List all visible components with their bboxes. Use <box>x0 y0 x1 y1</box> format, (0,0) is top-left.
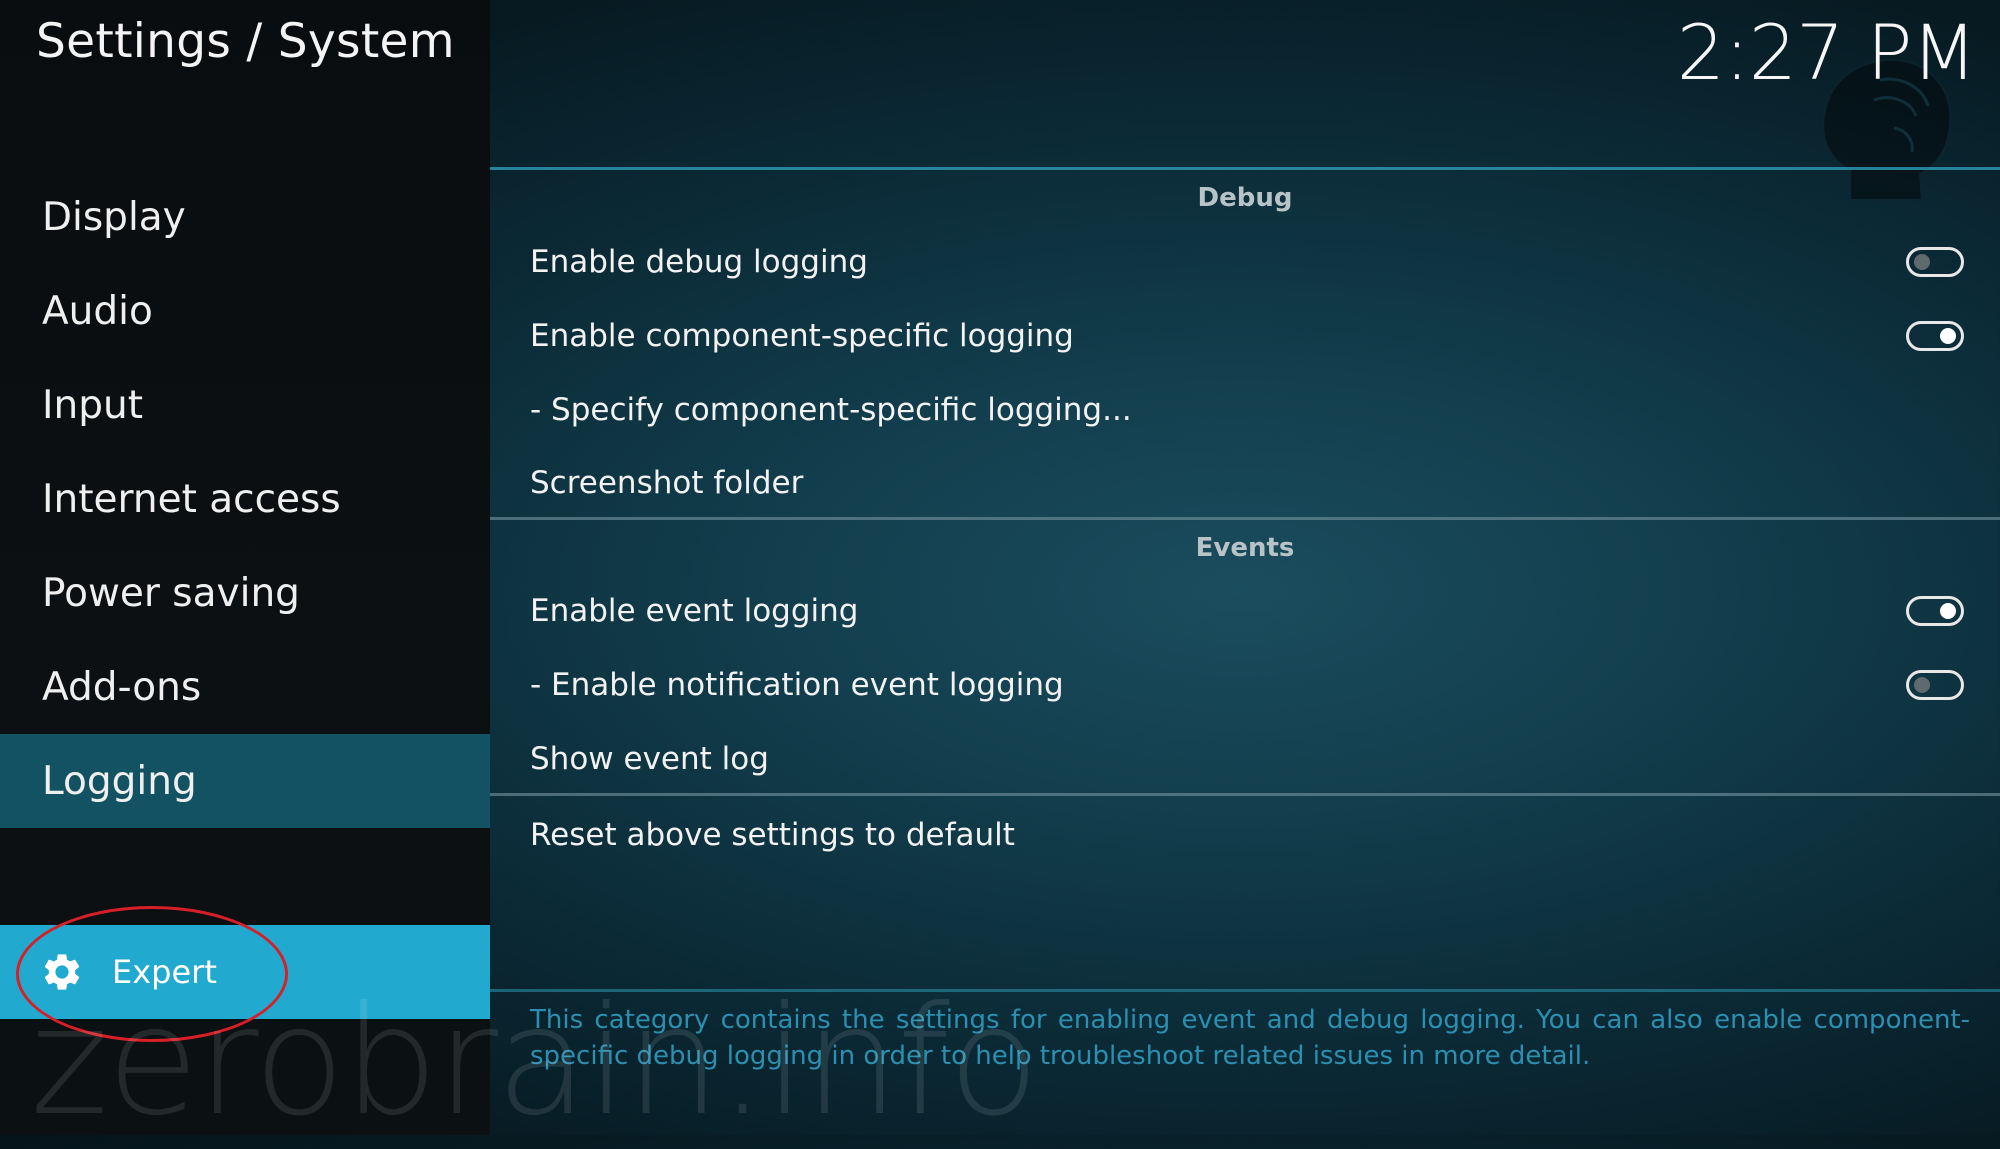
notification-event-logging-toggle[interactable] <box>1906 670 1964 700</box>
setting-label: Enable component-specific logging <box>530 318 1074 354</box>
sidebar-item-add-ons[interactable]: Add-ons <box>0 640 490 734</box>
reset-settings-button[interactable]: Reset above settings to default <box>530 805 1970 865</box>
sidebar-item-audio[interactable]: Audio <box>0 264 490 358</box>
setting-label: Enable debug logging <box>530 244 868 280</box>
component-logging-toggle[interactable] <box>1906 321 1964 351</box>
setting-enable-debug-logging[interactable]: Enable debug logging <box>530 232 1970 292</box>
setting-label: Reset above settings to default <box>530 817 1015 853</box>
sidebar-item-label: Input <box>42 382 143 428</box>
sidebar-item-label: Display <box>42 194 186 240</box>
setting-label: Screenshot folder <box>530 465 804 501</box>
sidebar-item-label: Logging <box>42 758 197 804</box>
category-list: Display Audio Input Internet access Powe… <box>0 170 490 828</box>
sidebar-item-display[interactable]: Display <box>0 170 490 264</box>
section-header-debug: Debug <box>1197 183 1293 213</box>
divider <box>490 793 2000 796</box>
sidebar-item-input[interactable]: Input <box>0 358 490 452</box>
setting-label: - Enable notification event logging <box>530 667 1064 703</box>
sidebar-item-label: Power saving <box>42 570 300 616</box>
setting-specify-component-logging[interactable]: - Specify component-specific logging... <box>530 380 1970 440</box>
sidebar-item-logging[interactable]: Logging <box>0 734 490 828</box>
watermark-text: zerobrain.info <box>30 975 1040 1149</box>
sidebar-item-power-saving[interactable]: Power saving <box>0 546 490 640</box>
setting-label: - Specify component-specific logging... <box>530 392 1132 428</box>
sidebar-item-label: Audio <box>42 288 153 334</box>
event-logging-toggle[interactable] <box>1906 596 1964 626</box>
section-header-events: Events <box>1195 533 1295 563</box>
setting-label: Show event log <box>530 741 769 777</box>
setting-label: Enable event logging <box>530 593 859 629</box>
divider <box>490 167 2000 170</box>
divider <box>490 517 2000 520</box>
sidebar-item-label: Add-ons <box>42 664 202 710</box>
setting-screenshot-folder[interactable]: Screenshot folder <box>530 453 1970 513</box>
setting-show-event-log[interactable]: Show event log <box>530 729 1970 789</box>
sidebar-item-internet-access[interactable]: Internet access <box>0 452 490 546</box>
page-title: Settings / System <box>36 14 455 69</box>
setting-enable-event-logging[interactable]: Enable event logging <box>530 581 1970 641</box>
setting-enable-component-logging[interactable]: Enable component-specific logging <box>530 306 1970 366</box>
setting-notification-event-logging[interactable]: - Enable notification event logging <box>530 655 1970 715</box>
sidebar-item-label: Internet access <box>42 476 341 522</box>
debug-logging-toggle[interactable] <box>1906 247 1964 277</box>
settings-content: Debug Enable debug logging Enable compon… <box>490 0 2000 1135</box>
